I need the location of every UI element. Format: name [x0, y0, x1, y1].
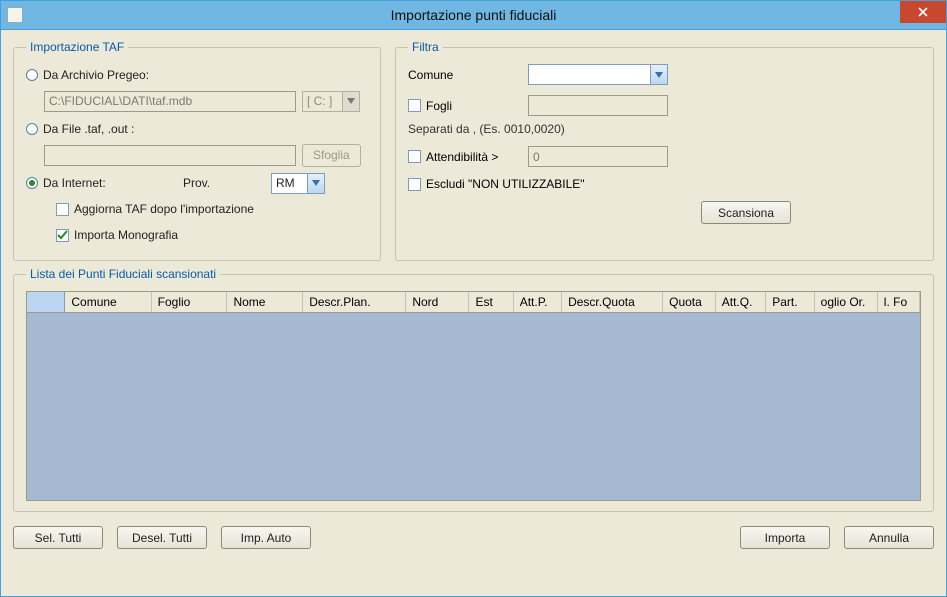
col-foglio[interactable]: Foglio: [151, 292, 227, 313]
close-button[interactable]: [900, 1, 946, 23]
groupbox-import-taf-legend: Importazione TAF: [26, 40, 128, 54]
groupbox-import-taf: Importazione TAF Da Archivio Pregeo: [ C…: [13, 40, 381, 261]
fogli-input: [528, 95, 668, 116]
cancel-button[interactable]: Annulla: [844, 526, 934, 549]
select-all-button[interactable]: Sel. Tutti: [13, 526, 103, 549]
close-icon: [918, 7, 928, 17]
groupbox-filter: Filtra Comune Fogli Separati da , (Es. 0…: [395, 40, 934, 261]
drive-combo-text: [ C: ]: [303, 94, 342, 108]
fogli-label: Fogli: [426, 99, 452, 113]
chevron-down-icon: [342, 92, 359, 111]
chevron-down-icon[interactable]: [650, 65, 667, 84]
fogli-hint: Separati da , (Es. 0010,0020): [408, 122, 921, 136]
col-selector[interactable]: [27, 292, 65, 313]
radio-pregeo[interactable]: [26, 69, 38, 81]
col-foglio-or[interactable]: oglio Or.: [814, 292, 877, 313]
groupbox-filter-legend: Filtra: [408, 40, 443, 54]
chk-monografia[interactable]: [56, 229, 69, 242]
chk-monografia-label: Importa Monografia: [74, 228, 178, 242]
comune-combo[interactable]: [528, 64, 668, 85]
col-est[interactable]: Est: [469, 292, 513, 313]
comune-label: Comune: [408, 68, 528, 82]
col-nome[interactable]: Nome: [227, 292, 303, 313]
table-header-row: Comune Foglio Nome Descr.Plan. Nord Est …: [27, 292, 920, 313]
radio-internet[interactable]: [26, 177, 38, 189]
col-descr-plan[interactable]: Descr.Plan.: [303, 292, 406, 313]
app-icon: [7, 7, 23, 23]
browse-button: Sfoglia: [302, 144, 361, 167]
groupbox-list: Lista dei Punti Fiduciali scansionati Co…: [13, 267, 934, 512]
groupbox-list-legend: Lista dei Punti Fiduciali scansionati: [26, 267, 220, 281]
chk-aggiorna-label: Aggiorna TAF dopo l'importazione: [74, 202, 254, 216]
import-button[interactable]: Importa: [740, 526, 830, 549]
radio-pregeo-label: Da Archivio Pregeo:: [43, 68, 149, 82]
scan-button[interactable]: Scansiona: [701, 201, 791, 224]
col-quota[interactable]: Quota: [663, 292, 716, 313]
chk-escludi[interactable]: [408, 178, 421, 191]
client-area: Importazione TAF Da Archivio Pregeo: [ C…: [0, 30, 947, 597]
prov-combo-text: RM: [272, 176, 307, 190]
drive-combo: [ C: ]: [302, 91, 360, 112]
window-title: Importazione punti fiduciali: [1, 7, 946, 23]
col-l-fo[interactable]: l. Fo: [877, 292, 919, 313]
table-container: Comune Foglio Nome Descr.Plan. Nord Est …: [26, 291, 921, 501]
fiducial-table[interactable]: Comune Foglio Nome Descr.Plan. Nord Est …: [27, 292, 920, 313]
attendibilita-input: [528, 146, 668, 167]
chevron-down-icon[interactable]: [307, 174, 324, 193]
imp-auto-button[interactable]: Imp. Auto: [221, 526, 311, 549]
deselect-all-button[interactable]: Desel. Tutti: [117, 526, 207, 549]
chk-aggiorna[interactable]: [56, 203, 69, 216]
escludi-label: Escludi "NON UTILIZZABILE": [426, 177, 585, 191]
chk-attendibilita[interactable]: [408, 150, 421, 163]
prov-label: Prov.: [183, 176, 271, 190]
file-path-input: [44, 145, 296, 166]
bottom-bar: Sel. Tutti Desel. Tutti Imp. Auto Import…: [13, 526, 934, 549]
col-nord[interactable]: Nord: [406, 292, 469, 313]
col-part[interactable]: Part.: [766, 292, 814, 313]
prov-combo[interactable]: RM: [271, 173, 325, 194]
col-comune[interactable]: Comune: [65, 292, 151, 313]
chk-fogli[interactable]: [408, 99, 421, 112]
check-icon: [57, 230, 68, 241]
col-att-p[interactable]: Att.P.: [513, 292, 561, 313]
attendibilita-label: Attendibilità >: [426, 150, 498, 164]
titlebar: Importazione punti fiduciali: [0, 0, 947, 30]
pregeo-path-input: [44, 91, 296, 112]
radio-internet-label: Da Internet:: [43, 176, 183, 190]
radio-file[interactable]: [26, 123, 38, 135]
col-att-q[interactable]: Att.Q.: [715, 292, 766, 313]
radio-file-label: Da File .taf, .out :: [43, 122, 134, 136]
col-descr-quota[interactable]: Descr.Quota: [562, 292, 663, 313]
